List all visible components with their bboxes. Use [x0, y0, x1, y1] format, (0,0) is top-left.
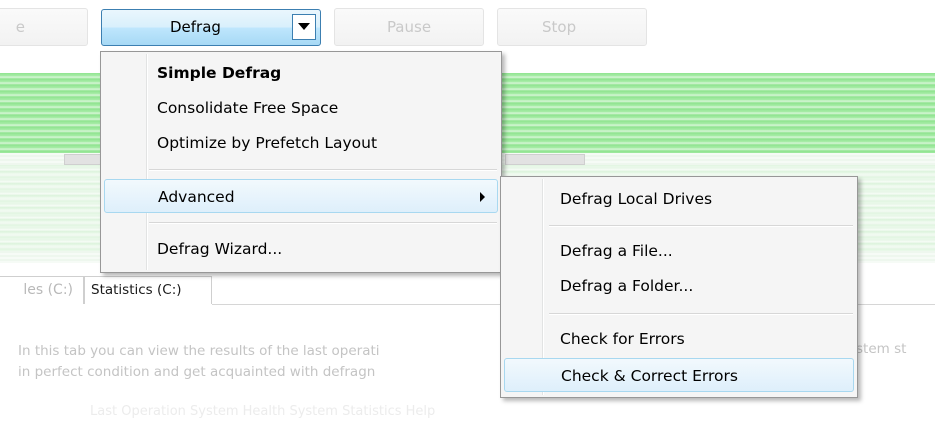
statistics-description: In this tab you can view the results of … — [18, 341, 380, 383]
pause-button[interactable]: Pause — [334, 8, 484, 46]
menu-item-defrag-wizard[interactable]: Defrag Wizard... — [104, 232, 498, 266]
analyze-button[interactable]: e — [0, 8, 88, 46]
menu-item-check-for-errors[interactable]: Check for Errors — [504, 322, 854, 356]
menu-item-label: Defrag a Folder... — [560, 277, 694, 295]
defrag-dropdown-menu: Simple Defrag Consolidate Free Space Opt… — [100, 51, 502, 273]
stop-button-label: Stop — [542, 18, 577, 36]
menu-item-label: Advanced — [158, 188, 235, 206]
statistics-description-line2: in perfect condition and get acquainted … — [18, 364, 376, 380]
menu-item-optimize-prefetch[interactable]: Optimize by Prefetch Layout — [104, 126, 498, 160]
menu-separator — [549, 225, 853, 227]
defrag-button-label: Defrag — [170, 18, 221, 36]
menu-separator — [149, 169, 497, 171]
tab-files[interactable]: les (C:) — [0, 276, 84, 304]
defrag-split-button[interactable]: Defrag — [101, 9, 321, 46]
free-clusters-strip — [505, 154, 585, 165]
menu-item-label: Consolidate Free Space — [157, 99, 339, 117]
chevron-down-icon — [298, 23, 310, 30]
menu-item-advanced[interactable]: Advanced — [104, 179, 498, 213]
menu-item-label: Simple Defrag — [157, 64, 282, 82]
menu-separator — [149, 222, 497, 224]
menu-item-check-correct-errors[interactable]: Check & Correct Errors — [504, 358, 854, 392]
menu-item-defrag-a-folder[interactable]: Defrag a Folder... — [504, 269, 854, 303]
submenu-arrow-icon — [480, 192, 485, 202]
free-clusters-strip — [64, 154, 102, 165]
pause-button-label: Pause — [386, 18, 432, 36]
statistics-links: Last Operation System Health System Stat… — [90, 404, 436, 419]
menu-separator — [549, 313, 853, 315]
menu-item-label: Defrag a File... — [560, 242, 673, 260]
menu-item-label: Defrag Wizard... — [157, 240, 283, 258]
menu-item-defrag-local-drives[interactable]: Defrag Local Drives — [504, 182, 854, 216]
stop-button[interactable]: Stop — [497, 8, 647, 46]
menu-item-label: Optimize by Prefetch Layout — [157, 134, 378, 152]
defrag-dropdown-toggle[interactable] — [292, 14, 316, 40]
statistics-description-line1: In this tab you can view the results of … — [18, 343, 380, 359]
menu-item-label: Defrag Local Drives — [560, 190, 713, 208]
tab-statistics[interactable]: Statistics (C:) — [84, 276, 212, 304]
menu-item-label: Check & Correct Errors — [561, 367, 738, 385]
menu-item-label: Check for Errors — [560, 330, 685, 348]
menu-item-simple-defrag[interactable]: Simple Defrag — [104, 56, 498, 90]
analyze-button-label: e — [15, 18, 25, 36]
menu-item-defrag-a-file[interactable]: Defrag a File... — [504, 234, 854, 268]
advanced-submenu: Defrag Local Drives Defrag a File... Def… — [500, 176, 858, 398]
menu-item-consolidate-free-space[interactable]: Consolidate Free Space — [104, 91, 498, 125]
